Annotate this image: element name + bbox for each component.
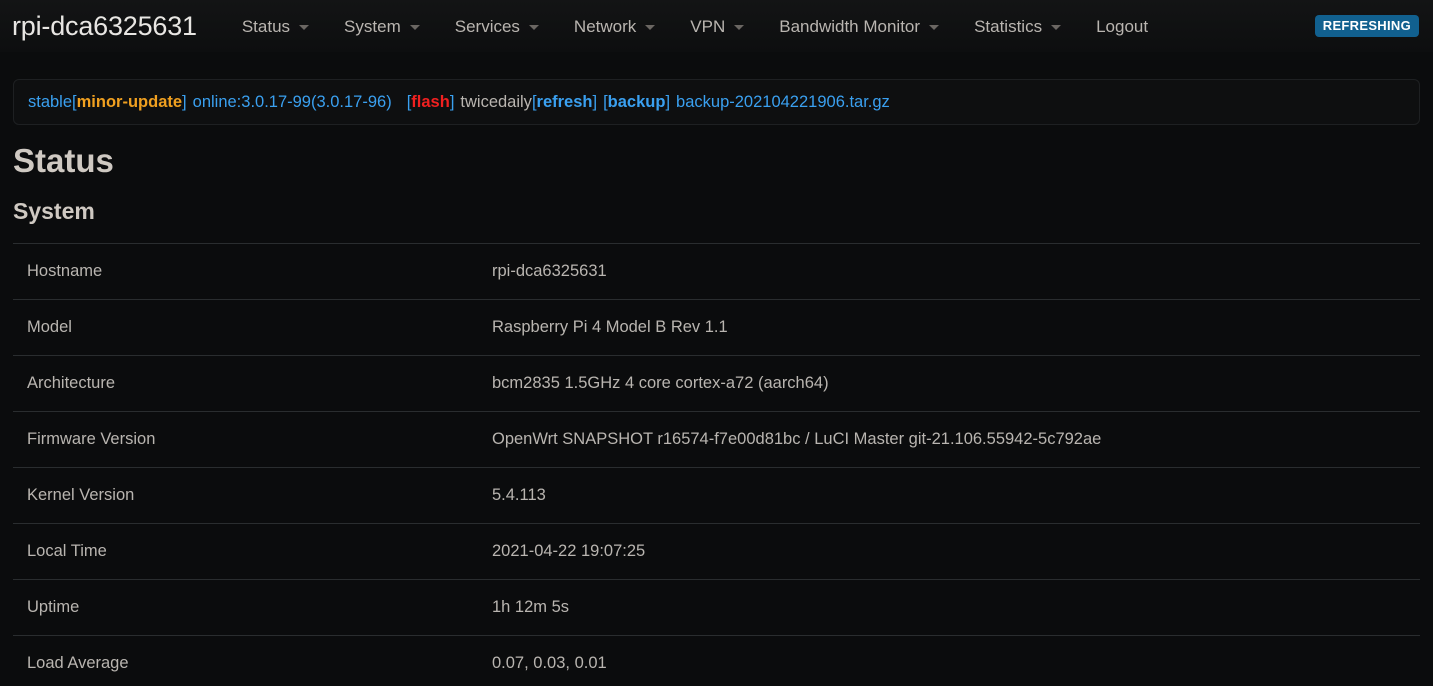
release-channel-link[interactable]: stable	[28, 94, 72, 111]
row-value: 5.4.113	[492, 486, 1420, 505]
nav-menu: Status System Services Network VPN Bandw…	[242, 12, 1315, 41]
nav-item-label: Statistics	[974, 18, 1042, 35]
table-row: Architecture bcm2835 1.5GHz 4 core corte…	[13, 356, 1420, 412]
nav-item-statistics[interactable]: Statistics	[974, 12, 1061, 41]
chevron-down-icon	[529, 25, 539, 30]
row-value: Raspberry Pi 4 Model B Rev 1.1	[492, 318, 1420, 337]
table-row: Firmware Version OpenWrt SNAPSHOT r16574…	[13, 412, 1420, 468]
chevron-down-icon	[1051, 25, 1061, 30]
system-info-table: Hostname rpi-dca6325631 Model Raspberry …	[13, 243, 1420, 686]
refresh-link[interactable]: refresh	[537, 94, 593, 111]
row-label: Firmware Version	[13, 430, 492, 449]
flash-link[interactable]: flash	[411, 94, 450, 111]
row-value: bcm2835 1.5GHz 4 core cortex-a72 (aarch6…	[492, 374, 1420, 393]
bracket-close: ]	[450, 94, 455, 111]
nav-item-vpn[interactable]: VPN	[690, 12, 744, 41]
nav-item-label: System	[344, 18, 401, 35]
refresh-status-badge[interactable]: REFRESHING	[1315, 15, 1419, 37]
nav-item-label: Logout	[1096, 18, 1148, 35]
row-label: Kernel Version	[13, 486, 492, 505]
table-row: Hostname rpi-dca6325631	[13, 244, 1420, 300]
row-label: Local Time	[13, 542, 492, 561]
nav-item-label: Services	[455, 18, 520, 35]
chevron-down-icon	[734, 25, 744, 30]
update-status-strip: stable[minor-update]online:3.0.17-99(3.0…	[13, 79, 1420, 125]
row-label: Uptime	[13, 598, 492, 617]
nav-item-system[interactable]: System	[344, 12, 420, 41]
nav-item-network[interactable]: Network	[574, 12, 655, 41]
backup-file-link[interactable]: backup-202104221906.tar.gz	[676, 94, 890, 111]
chevron-down-icon	[410, 25, 420, 30]
top-navbar: rpi-dca6325631 Status System Services Ne…	[0, 0, 1433, 52]
update-state-link[interactable]: minor-update	[77, 94, 182, 111]
row-label: Hostname	[13, 262, 492, 281]
section-title-system: System	[0, 181, 1433, 226]
chevron-down-icon	[299, 25, 309, 30]
nav-item-status[interactable]: Status	[242, 12, 309, 41]
chevron-down-icon	[929, 25, 939, 30]
row-value: 1h 12m 5s	[492, 598, 1420, 617]
row-value: 2021-04-22 19:07:25	[492, 542, 1420, 561]
table-row: Local Time 2021-04-22 19:07:25	[13, 524, 1420, 580]
row-label: Model	[13, 318, 492, 337]
table-row: Uptime 1h 12m 5s	[13, 580, 1420, 636]
row-value: rpi-dca6325631	[492, 262, 1420, 281]
refresh-schedule-label: twicedaily	[460, 94, 532, 111]
nav-item-label: Network	[574, 18, 636, 35]
nav-item-services[interactable]: Services	[455, 12, 539, 41]
nav-item-label: Status	[242, 18, 290, 35]
bracket-close: ]	[182, 94, 187, 111]
chevron-down-icon	[645, 25, 655, 30]
row-label: Architecture	[13, 374, 492, 393]
bracket-close: ]	[665, 94, 670, 111]
nav-item-label: Bandwidth Monitor	[779, 18, 920, 35]
online-version-link[interactable]: online:3.0.17-99(3.0.17-96)	[193, 94, 392, 111]
bracket-close: ]	[592, 94, 597, 111]
page-title: Status	[0, 125, 1433, 181]
table-row: Kernel Version 5.4.113	[13, 468, 1420, 524]
nav-item-logout[interactable]: Logout	[1096, 12, 1148, 41]
row-value: 0.07, 0.03, 0.01	[492, 654, 1420, 673]
nav-item-bandwidth-monitor[interactable]: Bandwidth Monitor	[779, 12, 939, 41]
row-value: OpenWrt SNAPSHOT r16574-f7e00d81bc / LuC…	[492, 430, 1420, 449]
table-row: Load Average 0.07, 0.03, 0.01	[13, 636, 1420, 686]
table-row: Model Raspberry Pi 4 Model B Rev 1.1	[13, 300, 1420, 356]
nav-item-label: VPN	[690, 18, 725, 35]
row-label: Load Average	[13, 654, 492, 673]
brand-title[interactable]: rpi-dca6325631	[12, 13, 197, 40]
backup-link[interactable]: backup	[608, 94, 666, 111]
